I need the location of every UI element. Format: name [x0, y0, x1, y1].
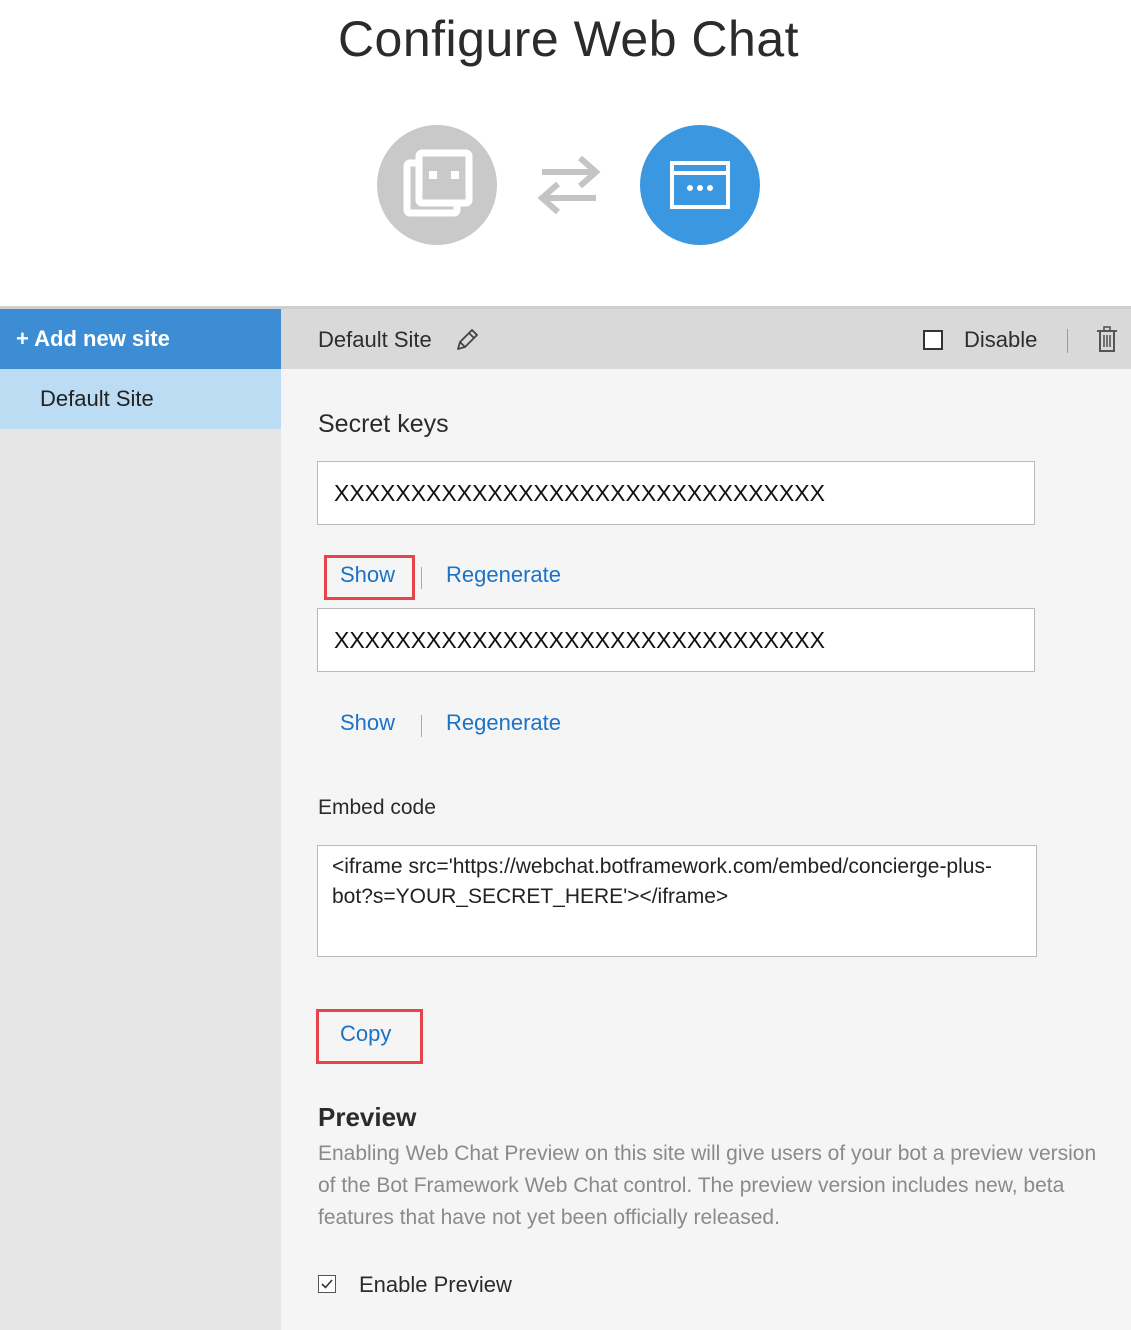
preview-description: Enabling Web Chat Preview on this site w…	[318, 1142, 1097, 1229]
disable-checkbox[interactable]	[923, 330, 943, 350]
disable-label: Disable	[964, 327, 1038, 352]
toolbar-divider	[1067, 329, 1068, 353]
link-divider	[421, 715, 422, 737]
embed-code-textarea[interactable]: <iframe src='https://webchat.botframewor…	[317, 845, 1037, 957]
trash-icon[interactable]	[1096, 326, 1118, 352]
checkmark-icon	[321, 1279, 333, 1289]
regenerate-key-1-link[interactable]: Regenerate	[446, 562, 561, 588]
show-key-2-link[interactable]: Show	[340, 710, 395, 736]
copy-button[interactable]: Copy	[340, 1021, 391, 1047]
site-toolbar: Default Site Disable	[281, 309, 1131, 369]
regenerate-key-2-link[interactable]: Regenerate	[446, 710, 561, 736]
enable-preview-checkbox[interactable]	[318, 1275, 336, 1293]
secret-keys-heading: Secret keys	[318, 410, 449, 438]
page-title: Configure Web Chat	[337, 11, 800, 67]
preview-heading: Preview	[318, 1102, 417, 1132]
bot-icon	[377, 125, 497, 245]
site-name: Default Site	[318, 327, 432, 352]
add-new-site-button[interactable]: + Add new site	[0, 309, 281, 369]
swap-arrows-icon	[537, 155, 601, 215]
sidebar: + Add new site Default Site	[0, 309, 281, 1330]
embed-code-label: Embed code	[318, 796, 436, 819]
show-key-1-link[interactable]: Show	[340, 562, 395, 588]
site-settings-panel: Default Site Disable Secret keys XXXXXXX…	[281, 309, 1131, 1330]
link-divider	[421, 567, 422, 589]
header-area: Configure Web Chat	[0, 0, 1131, 306]
pencil-icon[interactable]	[454, 327, 480, 353]
secret-key-1-field[interactable]: XXXXXXXXXXXXXXXXXXXXXXXXXXXXXXXX	[317, 461, 1035, 525]
webchat-window-icon	[640, 125, 760, 245]
enable-preview-label: Enable Preview	[359, 1272, 512, 1297]
secret-key-2-field[interactable]: XXXXXXXXXXXXXXXXXXXXXXXXXXXXXXXX	[317, 608, 1035, 672]
sidebar-item-default-site[interactable]: Default Site	[0, 369, 281, 429]
